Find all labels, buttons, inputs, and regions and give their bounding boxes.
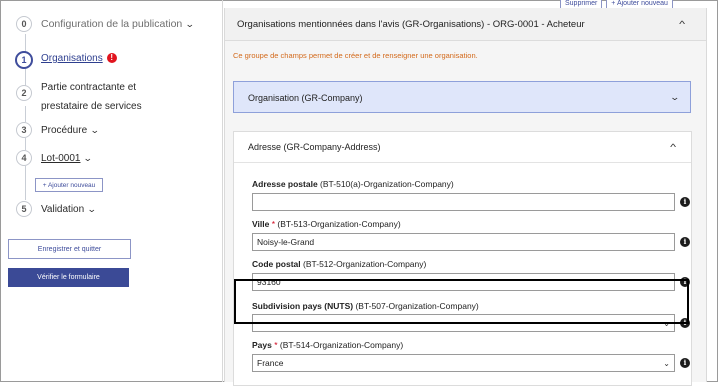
add-lot-button[interactable]: + Ajouter nouveau: [35, 178, 103, 192]
step-number: 4: [16, 150, 32, 166]
info-icon[interactable]: i: [680, 318, 690, 328]
organisation-panel: Organisations mentionnées dans l'avis (G…: [224, 8, 707, 386]
step-label: Organisations: [41, 53, 103, 64]
step-procedure[interactable]: 3 Procédure ⌄: [16, 122, 100, 139]
postal-address-label: Adresse postale (BT-510(a)-Organization-…: [252, 179, 454, 189]
city-input[interactable]: Noisy-le-Grand: [252, 233, 675, 251]
chevron-down-icon: ⌄: [185, 19, 195, 29]
step-organisations[interactable]: 1 Organisations!: [15, 51, 117, 69]
step-label: Validation: [41, 204, 85, 215]
stepper-rail: [25, 166, 26, 200]
step-number: 0: [16, 16, 32, 32]
chevron-up-icon[interactable]: ^: [679, 19, 685, 29]
step-number: 2: [16, 85, 32, 101]
postal-code-input[interactable]: 93160: [252, 273, 675, 291]
step-number: 1: [15, 51, 33, 69]
chevron-down-icon: ⌄: [90, 125, 100, 135]
postal-address-input[interactable]: [252, 193, 675, 211]
info-icon[interactable]: i: [680, 277, 690, 287]
step-configuration[interactable]: 0 Configuration de la publication ⌄: [16, 16, 195, 32]
chevron-down-icon: ⌄: [87, 204, 97, 214]
stepper-rail: [25, 138, 26, 150]
step-lot[interactable]: 4 Lot-0001 ⌄: [16, 150, 94, 167]
step-label: Configuration de la publication: [41, 18, 183, 30]
city-label: Ville * (BT-513-Organization-Company): [252, 219, 401, 229]
sidebar-stepper: 0 Configuration de la publication ⌄ 1 Org…: [0, 0, 222, 382]
postal-code-label: Code postal (BT-512-Organization-Company…: [252, 259, 427, 269]
group-address: Adresse (GR-Company-Address) ^ Adresse p…: [233, 131, 692, 386]
panel-note: Ce groupe de champs permet de créer et d…: [233, 51, 478, 60]
step-label-line2: prestataire de services: [41, 101, 142, 112]
step-label-line1: Partie contractante et: [41, 82, 137, 93]
info-icon[interactable]: i: [680, 237, 690, 247]
info-icon[interactable]: i: [680, 197, 690, 207]
country-select[interactable]: France ⌄: [252, 354, 675, 372]
nuts-select[interactable]: ⌄: [252, 314, 675, 332]
step-partie-contractante[interactable]: 2 Partie contractante et prestataire de …: [16, 78, 142, 116]
chevron-down-icon[interactable]: ⌄: [669, 92, 680, 103]
group-company[interactable]: Organisation (GR-Company) ⌄: [233, 81, 691, 113]
step-number: 5: [16, 201, 32, 217]
panel-title: Organisations mentionnées dans l'avis (G…: [237, 19, 585, 30]
nuts-label: Subdivision pays (NUTS) (BT-507-Organiza…: [252, 301, 479, 311]
info-icon[interactable]: i: [680, 358, 690, 368]
chevron-down-icon: ⌄: [663, 359, 670, 368]
step-label: Procédure: [41, 125, 88, 136]
step-label: Lot-0001: [41, 153, 81, 164]
save-and-quit-button[interactable]: Enregistrer et quitter: [8, 239, 131, 259]
chevron-up-icon[interactable]: ^: [670, 142, 676, 152]
sidebar-divider: [222, 0, 223, 382]
step-number: 3: [16, 122, 32, 138]
group-address-title: Adresse (GR-Company-Address): [248, 142, 381, 152]
chevron-down-icon: ⌄: [83, 153, 94, 163]
panel-header[interactable]: Organisations mentionnées dans l'avis (G…: [225, 8, 706, 41]
verify-form-button[interactable]: Vérifier le formulaire: [8, 268, 129, 287]
group-address-header[interactable]: Adresse (GR-Company-Address) ^: [234, 132, 691, 163]
step-validation[interactable]: 5 Validation ⌄: [16, 201, 97, 218]
group-company-title: Organisation (GR-Company): [248, 93, 363, 103]
chevron-down-icon: ⌄: [663, 319, 670, 328]
error-badge-icon: !: [106, 53, 117, 63]
country-label: Pays * (BT-514-Organization-Company): [252, 340, 404, 350]
